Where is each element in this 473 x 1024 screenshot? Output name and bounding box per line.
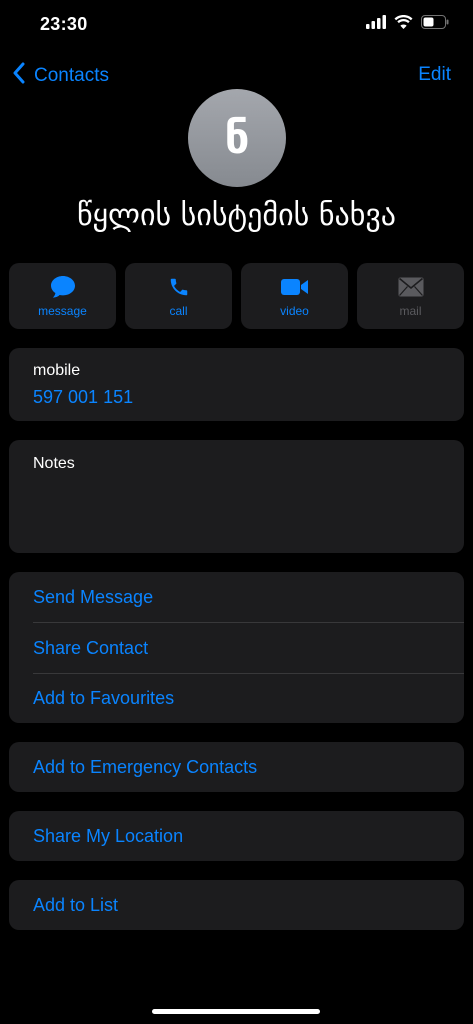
- contact-name: წყლის სისტემის ნახვა: [76, 198, 397, 233]
- notes-label: Notes: [33, 455, 75, 472]
- share-my-location-option[interactable]: Share My Location: [9, 811, 464, 861]
- share-contact-label: Share Contact: [33, 638, 149, 658]
- battery-icon: [421, 15, 449, 34]
- edit-button[interactable]: Edit: [418, 64, 451, 86]
- video-action-label: video: [280, 304, 309, 318]
- status-time: 23:30: [40, 14, 88, 34]
- share-location-row[interactable]: Share My Location: [9, 811, 464, 861]
- navigation-bar: Contacts Edit: [0, 60, 473, 92]
- add-to-list-label: Add to List: [33, 895, 119, 915]
- share-contact-option[interactable]: Share Contact: [9, 623, 464, 673]
- call-action-label: call: [169, 304, 188, 318]
- cellular-signal-icon: [366, 15, 386, 34]
- add-to-emergency-label: Add to Emergency Contacts: [33, 757, 258, 777]
- add-to-emergency-contacts-option[interactable]: Add to Emergency Contacts: [9, 742, 464, 792]
- phone-label: mobile: [33, 362, 81, 379]
- send-message-option[interactable]: Send Message: [9, 572, 464, 622]
- message-action-label: message: [38, 304, 87, 318]
- mail-action-label: mail: [399, 304, 422, 318]
- home-indicator: [152, 1009, 320, 1014]
- mail-action-button[interactable]: mail: [357, 263, 464, 329]
- add-to-favourites-label: Add to Favourites: [33, 688, 175, 708]
- envelope-icon: [398, 274, 424, 300]
- message-bubble-icon: [50, 274, 76, 300]
- phone-icon: [168, 274, 190, 300]
- call-action-button[interactable]: call: [125, 263, 232, 329]
- send-message-label: Send Message: [33, 587, 154, 607]
- wifi-icon: [394, 15, 413, 34]
- back-button-label: Contacts: [34, 65, 109, 86]
- back-button[interactable]: Contacts: [12, 62, 109, 90]
- add-to-favourites-option[interactable]: Add to Favourites: [9, 673, 464, 723]
- phone-number[interactable]: 597 001 151: [33, 387, 133, 408]
- status-bar: 23:30: [0, 0, 473, 52]
- add-to-list-row[interactable]: Add to List: [9, 880, 464, 930]
- add-to-list-option[interactable]: Add to List: [9, 880, 464, 930]
- status-icons: [366, 15, 449, 34]
- share-location-label: Share My Location: [33, 826, 184, 846]
- message-action-button[interactable]: message: [9, 263, 116, 329]
- avatar: ნ: [188, 89, 286, 187]
- notes-card[interactable]: Notes: [9, 440, 464, 553]
- quick-actions: message call video mail: [9, 263, 464, 329]
- video-camera-icon: [280, 274, 309, 300]
- video-action-button[interactable]: video: [241, 263, 348, 329]
- phone-card: mobile 597 001 151: [9, 348, 464, 421]
- contact-options-list: Send Message Share Contact Add to Favour…: [9, 572, 464, 723]
- add-to-emergency-row[interactable]: Add to Emergency Contacts: [9, 742, 464, 792]
- chevron-left-icon: [12, 62, 34, 90]
- avatar-initial: ნ: [224, 112, 250, 164]
